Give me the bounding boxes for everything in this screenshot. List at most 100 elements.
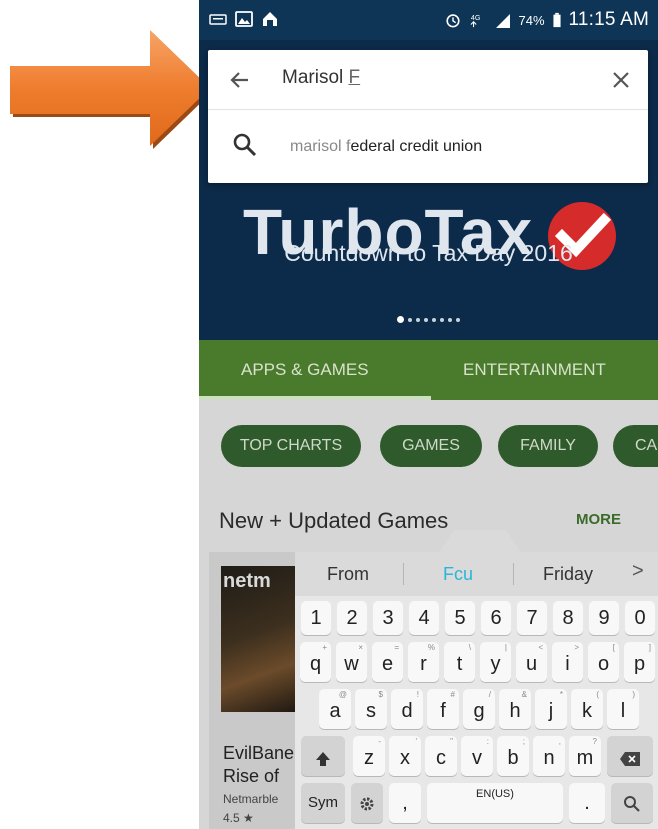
key-a-label: a [329, 700, 341, 722]
alarm-icon [445, 14, 460, 28]
key-p[interactable]: p] [624, 642, 655, 682]
backspace-key-label [619, 747, 641, 769]
clear-search-icon[interactable] [607, 66, 635, 94]
key-c-secondary: " [450, 737, 453, 746]
page-dot [440, 317, 444, 322]
key-2-label: 2 [346, 607, 358, 629]
key-z-label: z [364, 747, 374, 769]
back-arrow-icon[interactable] [226, 66, 254, 94]
key-m[interactable]: m? [569, 736, 601, 776]
key-m-secondary: ? [592, 737, 597, 746]
app-thumbnail: netm [221, 566, 306, 712]
sym-key[interactable]: Sym [301, 783, 345, 823]
more-predictions-icon[interactable]: > [632, 560, 644, 583]
search-suggestion[interactable]: marisol federal credit union [208, 110, 648, 183]
app-rating: 4.5 ★ [223, 811, 254, 825]
key-f[interactable]: f # [427, 689, 459, 729]
key-n-secondary: , [558, 737, 561, 746]
key-v[interactable]: v: [461, 736, 493, 776]
chip-family[interactable]: FAMILY [498, 425, 598, 467]
key-x[interactable]: x ' [389, 736, 421, 776]
key-5[interactable]: 5 [445, 601, 475, 635]
key-y[interactable]: y | [480, 642, 511, 682]
prediction-divider [513, 563, 514, 585]
key-d[interactable]: d! [391, 689, 423, 729]
prediction-divider [403, 563, 404, 585]
key-z-secondary: - [378, 737, 381, 746]
search-input[interactable]: Marisol F [282, 67, 582, 89]
app-name-line1: EvilBane [223, 743, 295, 763]
prediction-friday[interactable]: Friday [543, 564, 593, 585]
key-w[interactable]: w × [336, 642, 367, 682]
key-l[interactable]: l) [607, 689, 639, 729]
key-0[interactable]: 0 [625, 601, 655, 635]
key-i[interactable]: i > [552, 642, 583, 682]
key-c-label: c [436, 747, 446, 769]
key-h[interactable]: h & [499, 689, 531, 729]
key-9-label: 9 [598, 607, 610, 629]
key-f-secondary: # [450, 690, 455, 699]
key-a[interactable]: a @ [319, 689, 351, 729]
key-k-label: k [582, 700, 592, 722]
battery-icon [552, 12, 561, 28]
key-o[interactable]: o[ [588, 642, 619, 682]
search-key[interactable] [611, 783, 653, 823]
banner-page-indicator [199, 316, 658, 323]
chip-games[interactable]: GAMES [380, 425, 482, 467]
chip-categories[interactable]: CA [613, 425, 658, 467]
key-c[interactable]: c " [425, 736, 457, 776]
key-1[interactable]: 1 [301, 601, 331, 635]
data-signal-icon: 4G [470, 14, 480, 28]
key-b[interactable]: b; [497, 736, 529, 776]
keyboard-handle[interactable] [438, 530, 522, 554]
key-j[interactable]: j * [535, 689, 567, 729]
key-s[interactable]: s $ [355, 689, 387, 729]
prediction-from[interactable]: From [327, 564, 369, 585]
more-link[interactable]: MORE [576, 511, 621, 528]
category-chips: TOP CHARTS GAMES FAMILY CA [199, 425, 658, 469]
tab-entertainment[interactable]: ENTERTAINMENT [463, 360, 606, 380]
key-8-label: 8 [562, 607, 574, 629]
key-r[interactable]: r% [408, 642, 439, 682]
key-q[interactable]: q + [300, 642, 331, 682]
phone-screen: 4G 74% 11:15 AM TurboTax Countdown to Ta… [199, 0, 658, 829]
key-u[interactable]: u < [516, 642, 547, 682]
chip-top-charts[interactable]: TOP CHARTS [221, 425, 361, 467]
key-f-label: f [440, 700, 446, 722]
comma-key[interactable]: , [389, 783, 421, 823]
key-z[interactable]: z- [353, 736, 385, 776]
key-g-secondary: / [488, 690, 491, 699]
key-9[interactable]: 9 [589, 601, 619, 635]
prediction-fcu[interactable]: Fcu [443, 564, 473, 585]
backspace-key[interactable] [607, 736, 653, 776]
key-b-label: b [507, 747, 519, 769]
space-key[interactable]: EN(US) [427, 783, 563, 823]
period-key[interactable]: . [569, 783, 605, 823]
key-v-label: v [472, 747, 482, 769]
key-o-secondary: [ [612, 643, 615, 652]
key-u-secondary: < [538, 643, 543, 652]
key-s-secondary: $ [378, 690, 383, 699]
key-i-secondary: > [574, 643, 579, 652]
search-query-composing: F [348, 67, 361, 88]
key-t[interactable]: t \ [444, 642, 475, 682]
key-6[interactable]: 6 [481, 601, 511, 635]
key-u-label: u [525, 653, 538, 675]
battery-percent: 74% [518, 12, 545, 28]
key-k[interactable]: k( [571, 689, 603, 729]
key-e-secondary: = [394, 643, 399, 652]
key-4[interactable]: 4 [409, 601, 439, 635]
shift-key[interactable] [301, 736, 345, 776]
key-y-secondary: | [504, 643, 507, 652]
tab-apps-games[interactable]: APPS & GAMES [241, 360, 369, 380]
key-g[interactable]: g / [463, 689, 495, 729]
key-n[interactable]: n, [533, 736, 565, 776]
key-e[interactable]: e = [372, 642, 403, 682]
key-8[interactable]: 8 [553, 601, 583, 635]
settings-key-label [358, 792, 376, 814]
key-e-label: e [381, 653, 394, 675]
key-3[interactable]: 3 [373, 601, 403, 635]
key-2[interactable]: 2 [337, 601, 367, 635]
key-7[interactable]: 7 [517, 601, 547, 635]
settings-key[interactable] [351, 783, 383, 823]
